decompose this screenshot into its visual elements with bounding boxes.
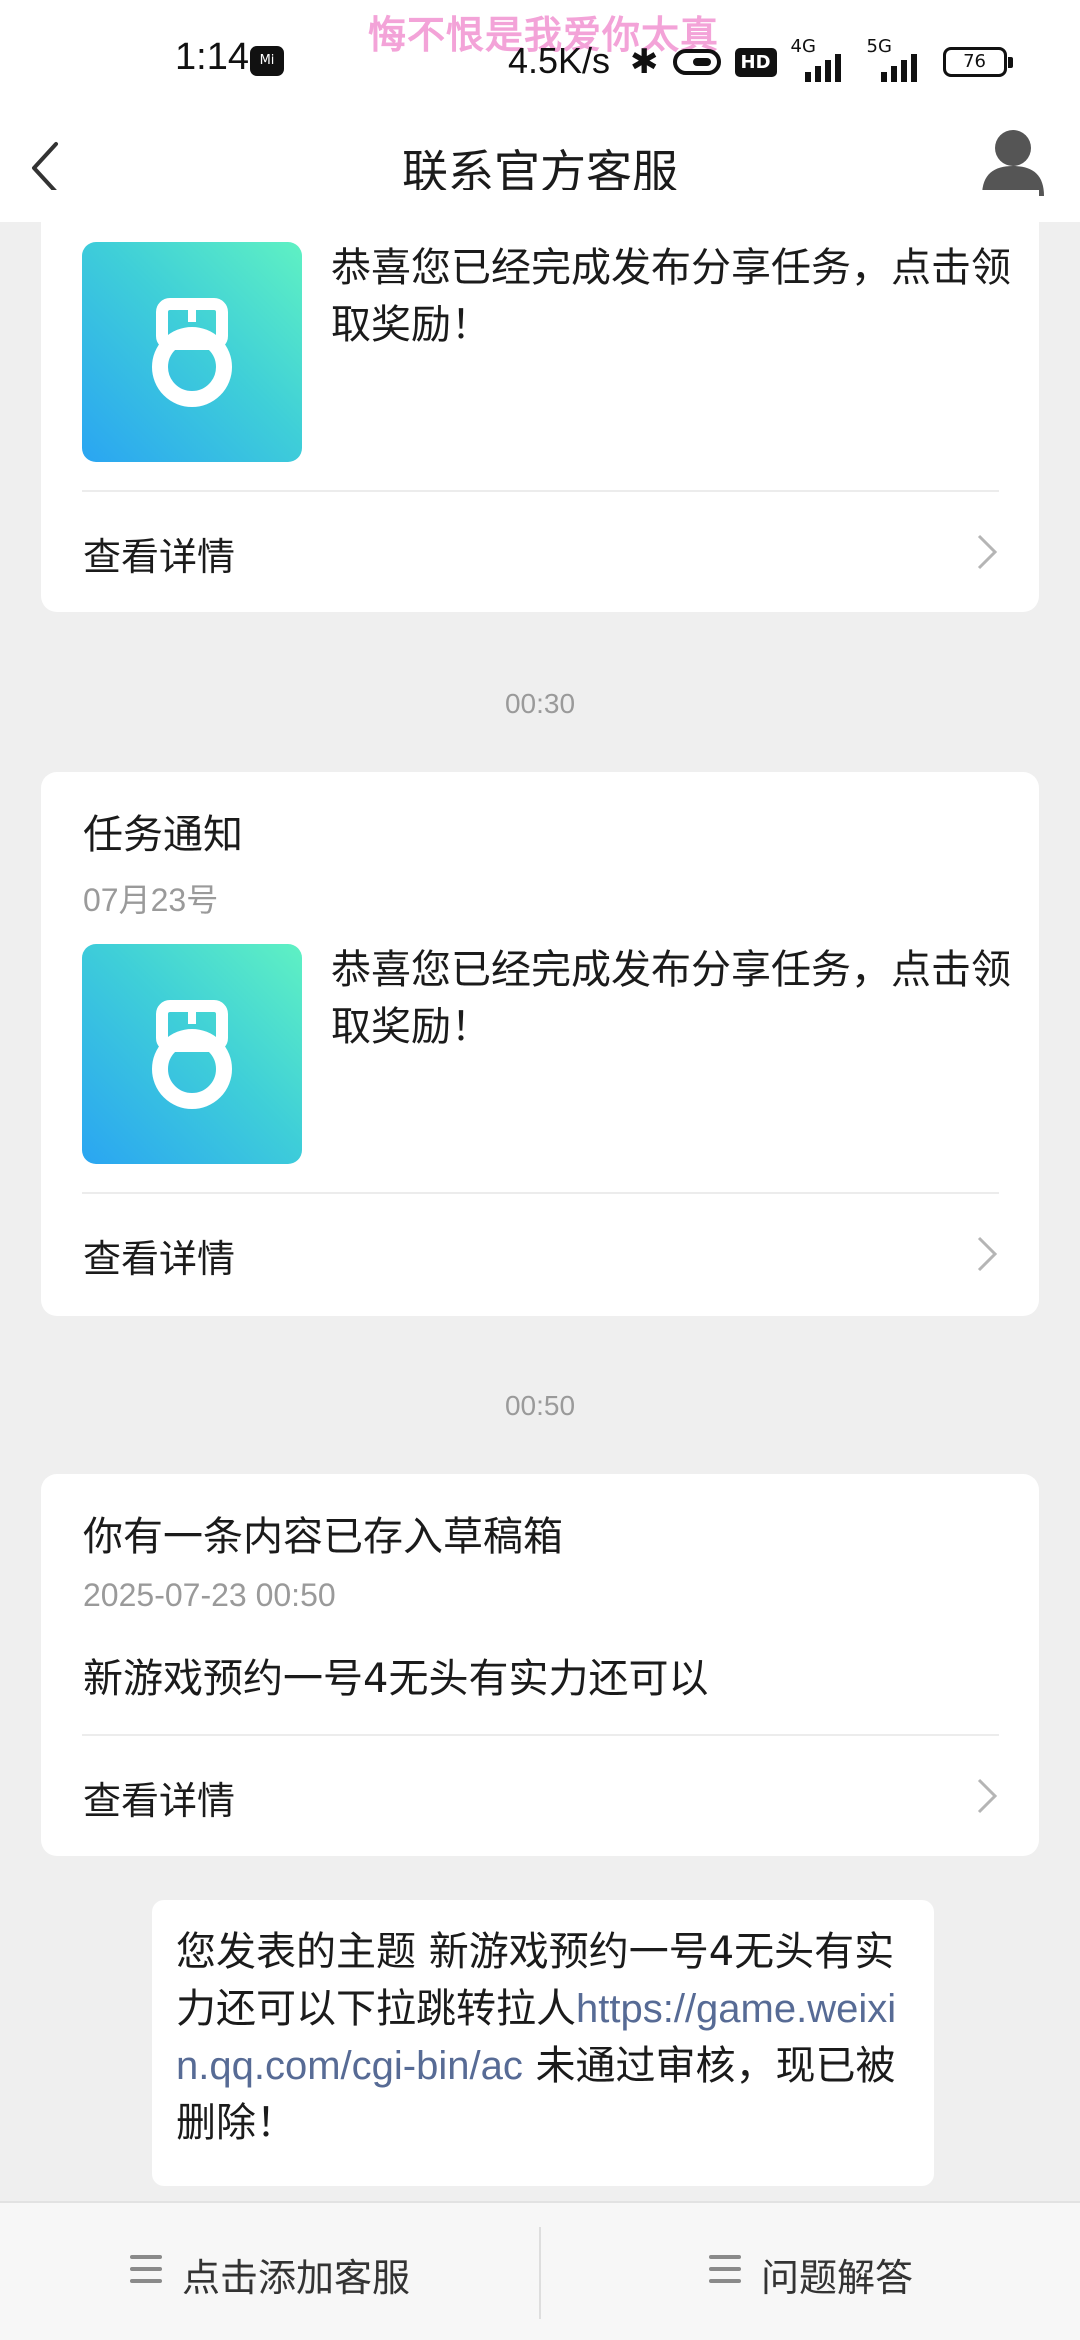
hd-icon: HD	[734, 47, 777, 77]
task-notice-card[interactable]: 任务通知 07月23号 恭喜您已经完成发布分享任务，点击领取奖励！ 查看详情	[41, 772, 1039, 1316]
status-icons: ✱ HD 4G 5G 76	[630, 36, 1021, 84]
toggle-icon	[672, 49, 721, 75]
chevron-right-icon	[975, 1776, 999, 1816]
add-service-button[interactable]: 点击添加客服	[0, 2203, 538, 2340]
view-details-label: 查看详情	[83, 535, 236, 579]
bottom-menu-bar: 点击添加客服 问题解答	[0, 2201, 1080, 2340]
bluetooth-icon: ✱	[630, 42, 659, 82]
battery-icon: 76	[942, 47, 1013, 77]
view-details-label: 查看详情	[83, 1237, 236, 1281]
faq-label: 问题解答	[761, 2256, 914, 2300]
view-details-label: 查看详情	[83, 1779, 236, 1823]
card-content: 新游戏预约一号4无头有实力还可以	[83, 1656, 709, 1702]
faq-button[interactable]: 问题解答	[541, 2203, 1079, 2340]
menu-icon	[709, 2255, 741, 2287]
card-title: 任务通知	[83, 812, 243, 858]
status-bar: 1:14 Mi 悔不恨是我爱你太真 4.5K/s ✱ HD 4G 5G 76	[0, 0, 1080, 118]
network-speed: 4.5K/s	[508, 40, 611, 81]
view-details-row[interactable]: 查看详情	[82, 1194, 999, 1312]
reward-card[interactable]: 恭喜您已经完成发布分享任务，点击领取奖励！ 查看详情	[41, 190, 1039, 612]
card-message: 恭喜您已经完成发布分享任务，点击领取奖励！	[331, 245, 1011, 348]
add-service-label: 点击添加客服	[182, 2256, 411, 2300]
draft-notice-card[interactable]: 你有一条内容已存入草稿箱 2025-07-23 00:50 新游戏预约一号4无头…	[41, 1474, 1039, 1856]
chat-timestamp: 00:50	[504, 1390, 576, 1421]
card-message: 恭喜您已经完成发布分享任务，点击领取奖励！	[331, 947, 1011, 1050]
medal-thumbnail	[82, 242, 302, 462]
profile-icon[interactable]	[980, 126, 1046, 200]
card-date: 07月23号	[83, 882, 219, 918]
chat-timestamp: 00:30	[504, 688, 576, 719]
view-details-row[interactable]: 查看详情	[82, 1736, 999, 1854]
mi-app-icon: Mi	[250, 46, 284, 76]
view-details-row[interactable]: 查看详情	[82, 492, 999, 610]
message-text: 您发表的主题 新游戏预约一号4无头有实力还可以下拉跳转拉人https://gam…	[176, 1924, 916, 2152]
medal-thumbnail	[82, 944, 302, 1164]
status-time: 1:14	[175, 36, 249, 78]
card-date: 2025-07-23 00:50	[83, 1577, 336, 1613]
signal-5g-icon: 5G	[867, 36, 929, 82]
chevron-right-icon	[975, 1234, 999, 1274]
message-bubble: 您发表的主题 新游戏预约一号4无头有实力还可以下拉跳转拉人https://gam…	[152, 1900, 934, 2186]
card-title: 你有一条内容已存入草稿箱	[83, 1514, 563, 1560]
signal-4g-icon: 4G	[791, 36, 853, 82]
menu-icon	[130, 2255, 162, 2287]
chevron-right-icon	[975, 532, 999, 572]
